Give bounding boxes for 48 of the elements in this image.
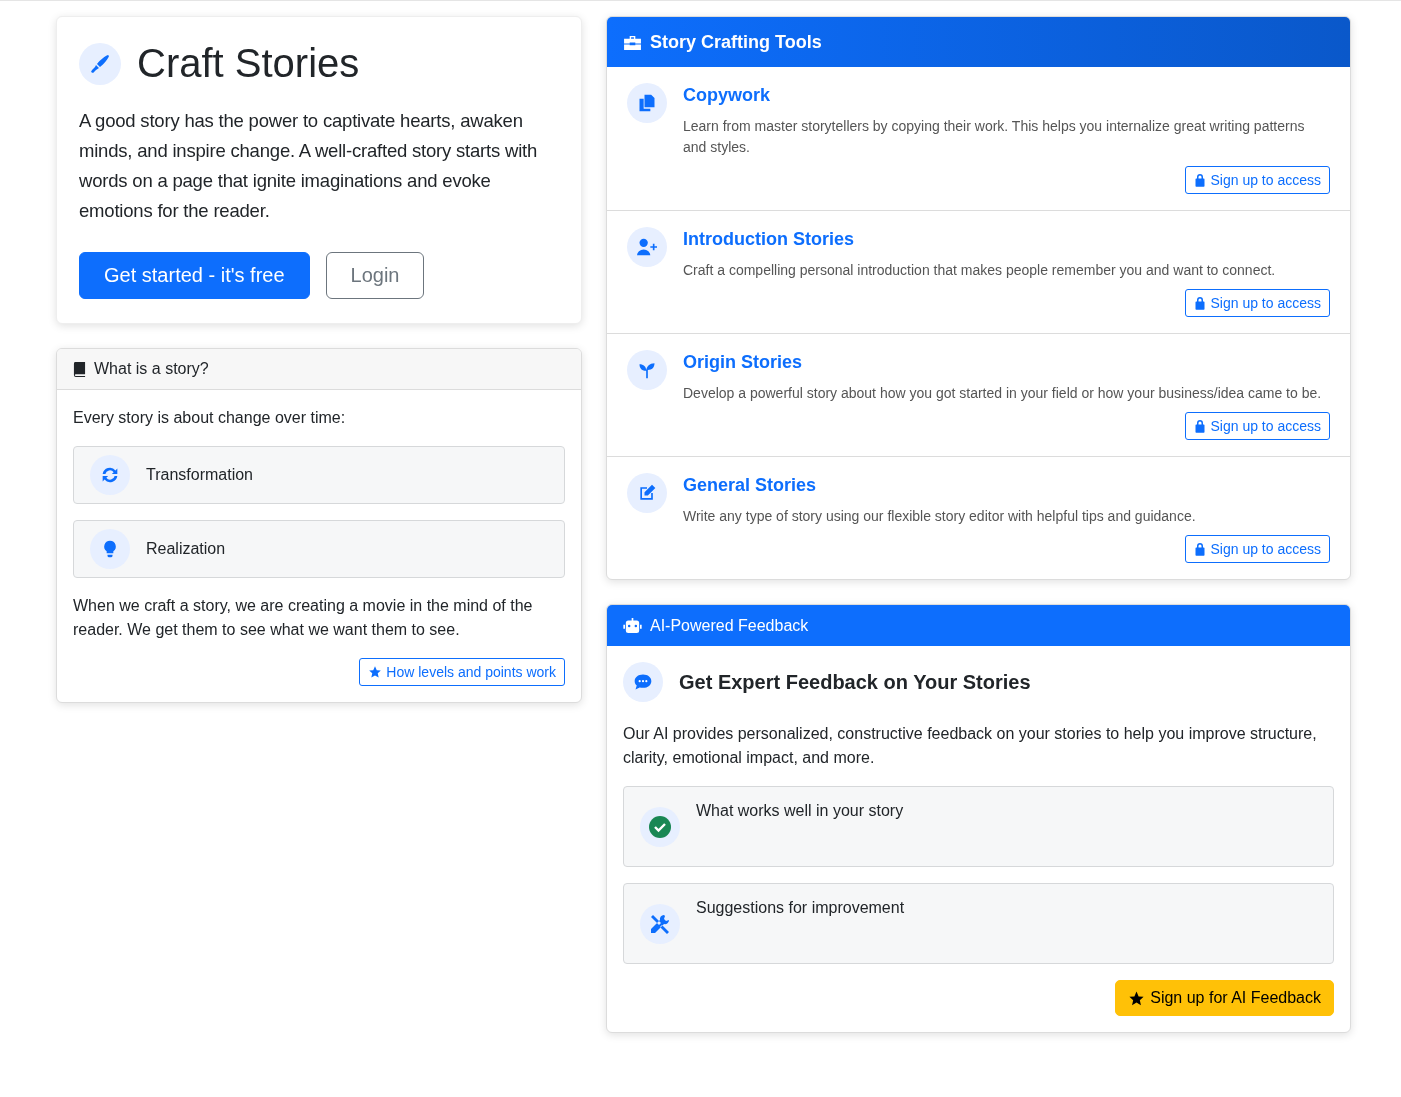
tool-title[interactable]: General Stories [683,475,1330,496]
tool-title[interactable]: Origin Stories [683,352,1330,373]
sign-up-button[interactable]: Sign up to access [1185,412,1330,440]
book-icon [73,361,86,377]
tile-label: Realization [146,540,226,558]
sign-up-button[interactable]: Sign up to access [1185,166,1330,194]
sign-up-button[interactable]: Sign up to access [1185,289,1330,317]
get-started-button[interactable]: Get started - it's free [79,252,310,299]
ai-feedback-button[interactable]: Sign up for AI Feedback [1115,980,1334,1016]
card-title: AI-Powered Feedback [650,616,809,635]
chat-icon [623,662,663,702]
page-title: Craft Stories [137,41,360,86]
sign-up-button[interactable]: Sign up to access [1185,535,1330,563]
pen-icon [79,42,121,85]
lock-icon [1194,296,1207,310]
tile-label: Suggestions for improvement [696,899,905,917]
user-plus-icon [627,227,667,267]
tool-description: Write any type of story using our flexible story editor with helpful tips and guidance. [683,507,1197,526]
check-circle-icon [640,807,680,847]
lightbulb-icon [90,529,130,569]
lock-icon [1194,173,1207,187]
lock-icon [1194,542,1207,556]
card-title: Story Crafting Tools [650,31,822,53]
refresh-icon [90,455,130,495]
star-icon [368,665,383,679]
tool-description: Develop a powerful story about how you got started in your field or how your business/idea came to be. [683,384,1323,403]
lock-icon [1194,419,1207,433]
tool-description: Craft a compelling personal introduction that makes people remember you and want to connect. [683,261,1277,280]
story-text: When we craft a story, we are creating a movie in the mind of the reader. We get them to see what we want them to see. [73,596,534,640]
tools-icon [640,904,680,944]
tool-title[interactable]: Introduction Stories [683,229,1330,250]
robot-icon [623,618,642,633]
copy-icon [627,83,667,123]
tile-label: What works well in your story [696,802,904,820]
login-button[interactable]: Login [325,252,425,299]
feedback-heading: Get Expert Feedback on Your Stories [679,670,1031,694]
tool-description: Learn from master storytellers by copying their work. This helps you internalize great writing patterns and styles. [683,117,1306,157]
intro-text: A good story has the power to captivate hearts, awaken minds, and inspire change. A well-crafted story starts with words on a page that ignite imaginations and evoke emotions for the reader. [79,109,539,223]
star-icon [1128,989,1146,1007]
tile-label: Transformation [146,466,253,484]
tool-title[interactable]: Copywork [683,85,1330,106]
toolbox-icon [623,34,642,50]
feedback-text: Our AI provides personalized, constructive feedback on your stories to help you improve structure, clarity, emotional impact, and more. [623,724,1318,768]
edit-icon [627,473,667,513]
levels-link-button[interactable]: How levels and points work [359,658,565,686]
sprout-icon [627,350,667,390]
card-title: What is a story? [94,360,209,378]
intro-text: Every story is about change over time: [73,408,347,428]
